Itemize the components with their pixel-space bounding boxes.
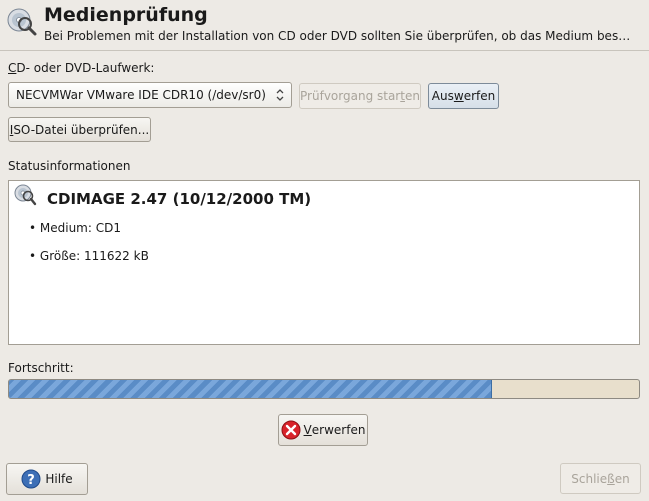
status-item-medium: • Medium: CD1 [29,221,121,235]
updown-arrows-icon [275,87,285,103]
page-description: Bei Problemen mit der Installation von C… [44,29,631,43]
drive-select-value: NECVMWar VMware IDE CDR10 (/dev/sr0) [16,88,266,102]
drive-select[interactable]: NECVMWar VMware IDE CDR10 (/dev/sr0) [8,82,292,108]
status-item-size: • Größe: 111622 kB [29,249,149,263]
status-label: Statusinformationen [8,159,131,173]
help-button[interactable]: ? Hilfe [6,463,88,495]
cd-search-icon [13,183,37,207]
close-button[interactable]: Schlie ß en [560,463,641,494]
help-icon: ? [21,469,41,489]
discard-button[interactable]: Verwerfen [278,414,368,446]
drive-label: CD- oder DVD-Laufwerk: [8,61,155,75]
cd-title: CDIMAGE 2.47 (10/12/2000 TM) [47,190,312,208]
progress-label: Fortschritt: [8,361,74,375]
check-iso-button[interactable]: I SO-Datei überprüfen... [8,117,151,142]
status-panel: CDIMAGE 2.47 (10/12/2000 TM) • Medium: C… [8,180,640,345]
page-title: Medienprüfung [44,4,208,26]
svg-text:?: ? [28,473,36,488]
header-divider [0,50,649,51]
progress-bar-fill [9,380,492,398]
eject-button[interactable]: Aus w erfen [428,83,499,109]
start-check-button[interactable]: Prüfvorgang star t en [299,83,421,109]
media-check-icon [6,7,38,37]
error-icon [281,420,301,440]
progress-bar [8,379,640,399]
